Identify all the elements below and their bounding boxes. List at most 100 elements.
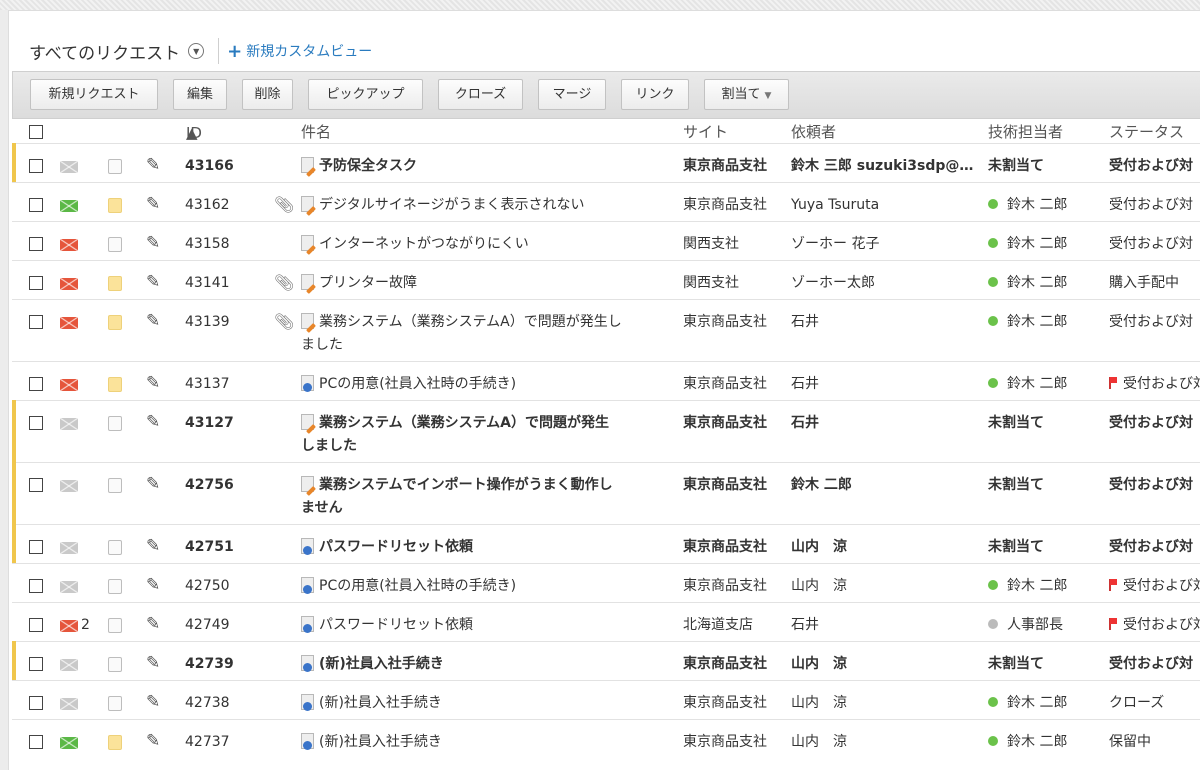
mail-icon[interactable]: [60, 480, 78, 492]
table-row[interactable]: ✎ 42751 パスワードリセット依頼 東京商品支社 山内 涼 未割当て 受付および対: [12, 524, 1200, 563]
table-row[interactable]: ✎ 42756 業務システムでインポート操作がうまく動作し ません 東京商品支社 鈴木 二…: [12, 462, 1200, 524]
assign-button[interactable]: 割当て ▼: [704, 79, 789, 110]
row-checkbox[interactable]: [29, 198, 43, 212]
mail-icon[interactable]: [60, 239, 78, 251]
subject-link[interactable]: (新)社員入社手続き: [301, 731, 442, 754]
mail-icon[interactable]: [60, 200, 78, 212]
table-row[interactable]: 2 ✎ 42749 パスワードリセット依頼 北海道支店 石井 人事部長 受付および対: [12, 602, 1200, 641]
row-checkbox[interactable]: [29, 276, 43, 290]
table-row[interactable]: ✎ 43127 業務システム（業務システムA）で問題が発生 しました 東京商品支社 石井 未…: [12, 400, 1200, 462]
column-requester[interactable]: 依頼者: [791, 121, 836, 142]
edit-icon[interactable]: ✎: [146, 271, 160, 294]
column-technician[interactable]: 技術担当者: [988, 121, 1063, 142]
subject-link[interactable]: 業務システム（業務システムA）で問題が発生しました: [301, 311, 622, 357]
merge-button[interactable]: マージ: [538, 79, 606, 110]
column-subject[interactable]: 件名: [301, 121, 331, 142]
subject-link[interactable]: PCの用意(社員入社時の手続き): [301, 373, 516, 396]
table-row[interactable]: ✎ 43158 インターネットがつながりにくい 関西支社 ゾーホー 花子 鈴木 二郎 受付お…: [12, 221, 1200, 260]
column-site[interactable]: サイト: [683, 121, 728, 142]
edit-icon[interactable]: ✎: [146, 232, 160, 255]
new-custom-view-link[interactable]: + 新規カスタムビュー: [227, 41, 372, 62]
row-checkbox[interactable]: [29, 618, 43, 632]
mail-icon[interactable]: [60, 379, 78, 391]
table-row[interactable]: ✎ 42737 (新)社員入社手続き 東京商品支社 山内 涼 鈴木 二郎 保留中: [12, 719, 1200, 758]
row-checkbox[interactable]: [29, 315, 43, 329]
edit-icon[interactable]: ✎: [146, 473, 160, 496]
note-icon[interactable]: [108, 657, 122, 672]
table-row[interactable]: ✎ 43166 予防保全タスク 東京商品支社 鈴木 三郎 suzuki3sdp@… 未割当…: [12, 143, 1200, 182]
edit-icon[interactable]: ✎: [146, 730, 160, 753]
mail-icon[interactable]: [60, 620, 78, 632]
table-row[interactable]: ✎ 42739 (新)社員入社手続き 東京商品支社 山内 涼 未割当て 受付および対: [12, 641, 1200, 680]
select-all-checkbox[interactable]: [29, 125, 43, 139]
note-icon[interactable]: [108, 478, 122, 493]
close-button[interactable]: クローズ: [438, 79, 523, 110]
row-checkbox[interactable]: [29, 416, 43, 430]
edit-icon[interactable]: ✎: [146, 691, 160, 714]
link-button[interactable]: リンク: [621, 79, 689, 110]
note-icon[interactable]: [108, 276, 122, 291]
new-request-button[interactable]: 新規リクエスト: [30, 79, 158, 110]
subject-link[interactable]: 業務システム（業務システムA）で問題が発生しました: [301, 412, 609, 458]
note-icon[interactable]: [108, 618, 122, 633]
row-checkbox[interactable]: [29, 478, 43, 492]
table-row[interactable]: ✎ 43139 📎︎ 業務システム（業務システムA）で問題が発生し ました 東京商品支社 石…: [12, 299, 1200, 361]
mail-icon[interactable]: [60, 278, 78, 290]
note-icon[interactable]: [108, 416, 122, 431]
edit-button[interactable]: 編集: [173, 79, 227, 110]
note-icon[interactable]: [108, 237, 122, 252]
row-checkbox[interactable]: [29, 735, 43, 749]
row-checkbox[interactable]: [29, 377, 43, 391]
subject-link[interactable]: (新)社員入社手続き: [301, 653, 444, 676]
mail-icon[interactable]: [60, 161, 78, 173]
row-checkbox[interactable]: [29, 159, 43, 173]
edit-icon[interactable]: ✎: [146, 154, 160, 177]
subject-link[interactable]: 予防保全タスク: [301, 155, 417, 178]
note-icon[interactable]: [108, 377, 122, 392]
mail-icon[interactable]: [60, 542, 78, 554]
note-icon[interactable]: [108, 696, 122, 711]
table-row[interactable]: ✎ 43141 📎︎ プリンター故障 関西支社 ゾーホー太郎 鈴木 二郎 購入手配中: [12, 260, 1200, 299]
edit-icon[interactable]: ✎: [146, 613, 160, 636]
subject-link[interactable]: 業務システムでインポート操作がうまく動作し ません: [301, 474, 613, 520]
table-row[interactable]: ✎ 42738 (新)社員入社手続き 東京商品支社 山内 涼 鈴木 二郎 クローズ: [12, 680, 1200, 719]
mail-icon[interactable]: [60, 418, 78, 430]
view-title[interactable]: すべてのリクエスト: [29, 39, 180, 64]
mail-icon[interactable]: [60, 317, 78, 329]
subject-link[interactable]: パスワードリセット依頼: [301, 614, 473, 637]
edit-icon[interactable]: ✎: [146, 310, 160, 333]
attachment-icon[interactable]: 📎︎: [274, 271, 294, 294]
edit-icon[interactable]: ✎: [146, 574, 160, 597]
attachment-icon[interactable]: 📎︎: [274, 193, 294, 216]
row-checkbox[interactable]: [29, 696, 43, 710]
note-icon[interactable]: [108, 579, 122, 594]
edit-icon[interactable]: ✎: [146, 411, 160, 434]
edit-icon[interactable]: ✎: [146, 372, 160, 395]
column-status[interactable]: ステータス: [1109, 121, 1184, 142]
edit-icon[interactable]: ✎: [146, 535, 160, 558]
delete-button[interactable]: 削除: [242, 79, 293, 110]
mail-icon[interactable]: [60, 698, 78, 710]
edit-icon[interactable]: ✎: [146, 652, 160, 675]
note-icon[interactable]: [108, 159, 122, 174]
subject-link[interactable]: インターネットがつながりにくい: [301, 233, 529, 256]
note-icon[interactable]: [108, 540, 122, 555]
table-row[interactable]: ✎ 43162 📎︎ デジタルサイネージがうまく表示されない 東京商品支社 Yuya Ts…: [12, 182, 1200, 221]
row-checkbox[interactable]: [29, 657, 43, 671]
table-row[interactable]: ✎ 42750 PCの用意(社員入社時の手続き) 東京商品支社 山内 涼 鈴木 二郎 受付お…: [12, 563, 1200, 602]
note-icon[interactable]: [108, 735, 122, 750]
mail-icon[interactable]: [60, 581, 78, 593]
subject-link[interactable]: プリンター故障: [301, 272, 417, 295]
subject-link[interactable]: (新)社員入社手続き: [301, 692, 442, 715]
edit-icon[interactable]: ✎: [146, 193, 160, 216]
pickup-button[interactable]: ピックアップ: [308, 79, 423, 110]
subject-link[interactable]: PCの用意(社員入社時の手続き): [301, 575, 516, 598]
mail-icon[interactable]: [60, 737, 78, 749]
view-dropdown-icon[interactable]: ▼: [188, 43, 205, 59]
row-checkbox[interactable]: [29, 579, 43, 593]
subject-link[interactable]: デジタルサイネージがうまく表示されない: [301, 194, 584, 217]
row-checkbox[interactable]: [29, 237, 43, 251]
subject-link[interactable]: パスワードリセット依頼: [301, 536, 473, 559]
table-row[interactable]: ✎ 43137 PCの用意(社員入社時の手続き) 東京商品支社 石井 鈴木 二郎 受付および…: [12, 361, 1200, 400]
row-checkbox[interactable]: [29, 540, 43, 554]
